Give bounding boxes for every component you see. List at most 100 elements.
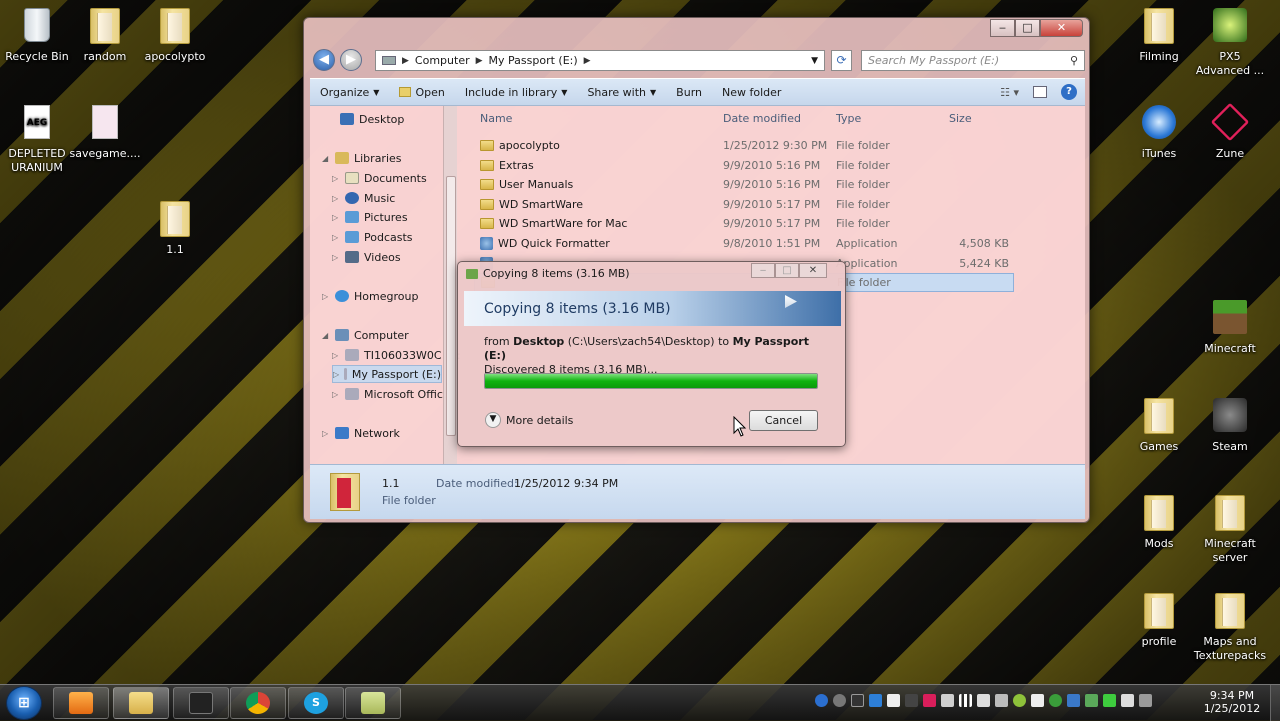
nav-libraries[interactable]: ◢ Libraries — [322, 149, 402, 167]
taskbar-command-prompt[interactable] — [173, 687, 229, 719]
taskbar-skype[interactable]: S — [288, 687, 344, 719]
desktop-icon-depleted-uranium[interactable]: AEG DEPLETED URANIUM — [0, 105, 74, 175]
nav-computer[interactable]: ◢ Computer — [322, 326, 409, 344]
preview-pane-icon[interactable] — [1033, 86, 1047, 98]
minimize-button[interactable]: ‒ — [990, 19, 1015, 37]
nav-pictures[interactable]: ▷ Pictures — [332, 208, 408, 226]
tray-app-icon[interactable] — [887, 694, 900, 707]
dialog-close-button[interactable]: ✕ — [799, 263, 827, 278]
column-header-type[interactable]: Type — [836, 112, 861, 125]
start-button[interactable]: ⊞ — [6, 686, 42, 720]
dialog-body: from Desktop (C:\Users\zach54\Desktop) t… — [484, 335, 824, 377]
file-row[interactable]: Extras 9/9/2010 5:16 PM File folder — [474, 156, 1014, 175]
include-in-library-button[interactable]: Include in library ▼ — [455, 86, 578, 99]
battery-icon[interactable] — [1103, 694, 1116, 707]
action-center-flag-icon[interactable] — [1031, 694, 1044, 707]
desktop-icon-minecraft-server[interactable]: Minecraft server — [1193, 495, 1267, 565]
drive-icon — [345, 349, 359, 361]
forward-button[interactable]: ▶ — [340, 49, 362, 71]
tray-app-icon[interactable] — [1139, 694, 1152, 707]
breadcrumb-computer[interactable]: Computer — [415, 54, 470, 67]
tray-app-icon[interactable] — [1121, 694, 1134, 707]
breadcrumb-my-passport[interactable]: My Passport (E:) — [489, 54, 578, 67]
share-with-button[interactable]: Share with ▼ — [577, 86, 666, 99]
dialog-minimize-button[interactable]: ‒ — [751, 263, 775, 278]
desktop-icon-px5[interactable]: PX5 Advanced ... — [1193, 8, 1267, 78]
show-desktop-button[interactable] — [1270, 685, 1280, 721]
maximize-button[interactable]: □ — [1015, 19, 1040, 37]
column-header-size[interactable]: Size — [949, 112, 972, 125]
nav-videos[interactable]: ▷ Videos — [332, 248, 401, 266]
help-icon[interactable]: ? — [1061, 84, 1077, 100]
desktop-icon-recycle-bin[interactable]: Recycle Bin — [0, 8, 74, 64]
more-details-toggle[interactable]: ▼ More details — [485, 412, 573, 428]
source-name[interactable]: Desktop — [513, 335, 564, 348]
refresh-button[interactable]: ⟳ — [831, 50, 852, 71]
clock[interactable]: 9:34 PM 1/25/2012 — [1200, 689, 1264, 715]
tray-app-icon[interactable] — [1013, 694, 1026, 707]
desktop-icon-apocolypto[interactable]: apocolypto — [138, 8, 212, 64]
taskbar-media-player[interactable] — [53, 687, 109, 719]
column-header-date[interactable]: Date modified — [723, 112, 801, 125]
signal-icon[interactable] — [959, 694, 972, 707]
chevron-down-icon[interactable]: ▼ — [811, 56, 818, 66]
address-bar[interactable]: ▶ Computer ▶ My Passport (E:) ▶ ▼ — [375, 50, 825, 71]
search-input[interactable]: Search My Passport (E:) ⚲ — [861, 50, 1085, 71]
nav-homegroup[interactable]: ▷ Homegroup — [322, 287, 418, 305]
file-row[interactable]: apocolypto 1/25/2012 9:30 PM File folder — [474, 136, 1014, 155]
taskbar-explorer[interactable] — [113, 687, 169, 719]
tray-app-icon[interactable] — [995, 694, 1008, 707]
dialog-maximize-button[interactable]: □ — [775, 263, 799, 278]
copy-dialog[interactable]: Copying 8 items (3.16 MB) ‒ □ ✕ Copying … — [457, 261, 846, 447]
desktop-icon-itunes[interactable]: iTunes — [1122, 105, 1196, 161]
steam-tray-icon[interactable] — [833, 694, 846, 707]
desktop-icon-mods[interactable]: Mods — [1122, 495, 1196, 551]
nav-network[interactable]: ▷ Network — [322, 424, 400, 442]
desktop-icon-savegame[interactable]: savegame.... — [68, 105, 142, 161]
back-button[interactable]: ◀ — [313, 49, 335, 71]
taskbar-notepad[interactable] — [345, 687, 401, 719]
desktop-icon-filming[interactable]: Filming — [1122, 8, 1196, 64]
zune-tray-icon[interactable] — [923, 694, 936, 707]
desktop-icon-maps-texturepacks[interactable]: Maps and Texturepacks — [1193, 593, 1267, 663]
tray-app-icon[interactable] — [905, 694, 918, 707]
nav-music[interactable]: ▷ Music — [332, 189, 395, 207]
desktop-icon-steam[interactable]: Steam — [1193, 398, 1267, 454]
organize-button[interactable]: Organize ▼ — [310, 86, 389, 99]
nav-desktop[interactable]: Desktop — [340, 110, 404, 128]
view-options-icon[interactable]: ☷ ▾ — [1000, 86, 1019, 99]
bluetooth-icon[interactable] — [815, 694, 828, 707]
tray-app-icon[interactable] — [1085, 694, 1098, 707]
collapsed-arrow-icon: ▷ — [332, 389, 339, 399]
nav-drive-e[interactable]: ▷ My Passport (E:) — [332, 365, 442, 383]
tray-app-icon[interactable] — [941, 694, 954, 707]
tray-app-icon[interactable] — [869, 694, 882, 707]
desktop-icon-minecraft[interactable]: Minecraft — [1193, 300, 1267, 356]
nav-scrollbar[interactable] — [443, 106, 457, 464]
taskbar-chrome[interactable] — [230, 687, 286, 719]
desktop-icon-zune[interactable]: Zune — [1193, 102, 1267, 161]
burn-button[interactable]: Burn — [666, 86, 712, 99]
volume-icon[interactable] — [977, 694, 990, 707]
network-tray-icon[interactable] — [1067, 694, 1080, 707]
desktop-icon-profile[interactable]: profile — [1122, 593, 1196, 649]
desktop-icon-games[interactable]: Games — [1122, 398, 1196, 454]
desktop-icon-random[interactable]: random — [68, 8, 142, 64]
file-row[interactable]: User Manuals 9/9/2010 5:16 PM File folde… — [474, 175, 1014, 194]
nav-documents[interactable]: ▷ Documents — [332, 169, 427, 187]
open-button[interactable]: Open — [389, 86, 454, 99]
desktop-icon-1-1[interactable]: 1.1 — [138, 201, 212, 257]
nav-podcasts[interactable]: ▷ Podcasts — [332, 228, 413, 246]
tray-app-icon[interactable] — [1049, 694, 1062, 707]
file-row[interactable]: WD Quick Formatter 9/8/2010 1:51 PM Appl… — [474, 234, 1014, 253]
new-folder-button[interactable]: New folder — [712, 86, 791, 99]
tray-app-icon[interactable] — [851, 694, 864, 707]
column-header-name[interactable]: Name — [480, 112, 512, 125]
file-row[interactable]: WD SmartWare 9/9/2010 5:17 PM File folde… — [474, 195, 1014, 214]
nav-drive-c[interactable]: ▷ TI106033W0C (C: — [332, 346, 461, 364]
scrollbar-thumb[interactable] — [446, 176, 456, 436]
close-button[interactable]: ✕ — [1040, 19, 1083, 37]
cancel-button[interactable]: Cancel — [749, 410, 818, 431]
file-row[interactable]: WD SmartWare for Mac 9/9/2010 5:17 PM Fi… — [474, 214, 1014, 233]
nav-microsoft-office[interactable]: ▷ Microsoft Office — [332, 385, 450, 403]
